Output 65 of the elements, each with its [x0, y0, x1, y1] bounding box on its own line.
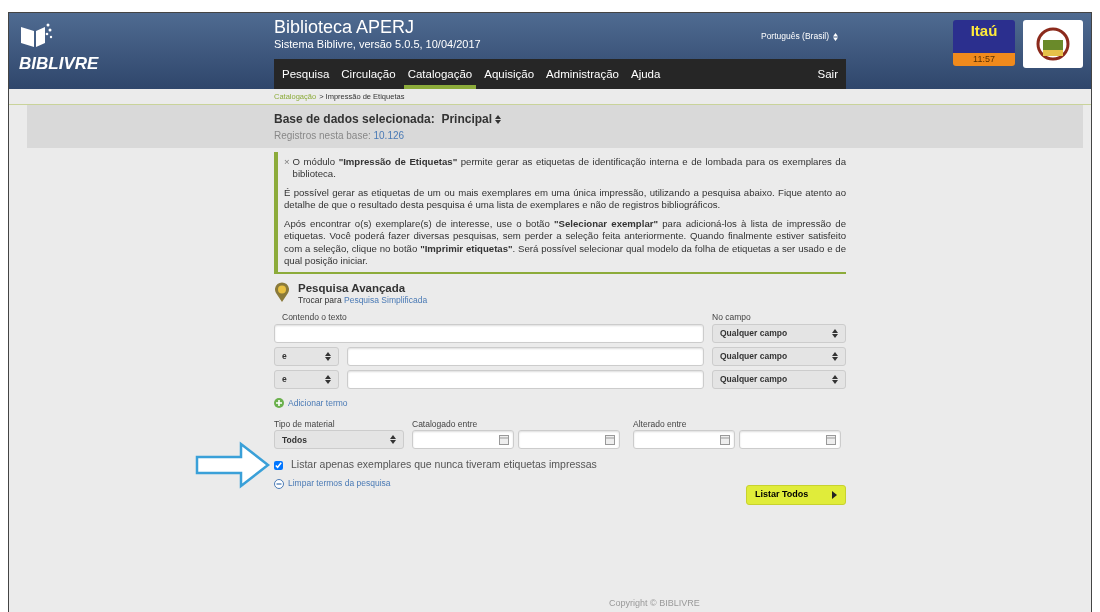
select-arrows-icon [325, 374, 331, 384]
logo-text: BIBLIVRE [19, 53, 99, 75]
unprinted-label: Listar apenas exemplares que nunca tiveram etiquetas impressas [291, 457, 597, 473]
info-paragraph: É possível gerar as etiquetas de um ou mais exemplares em uma única impressão, utilizando a pesquisa abaixo. Fique atento ao detalhe de que o resultado desta pesquisa é uma lista de exemplares e não de registros bibliográficos. [284, 186, 846, 212]
book-logo-icon [19, 21, 53, 49]
logout-button[interactable]: Sair [813, 59, 842, 89]
select-arrows-icon [325, 351, 331, 361]
database-label: Base de dados selecionada: [274, 112, 435, 126]
language-select[interactable]: Português (Brasil) [760, 30, 829, 44]
add-term-link[interactable]: Adicionar termo [288, 396, 348, 410]
list-all-button[interactable]: Listar Todos [746, 485, 846, 506]
database-select[interactable]: Principal [441, 112, 493, 126]
calendar-icon [720, 434, 730, 445]
field-select[interactable]: Qualquer campo [712, 323, 846, 343]
minus-icon [274, 478, 284, 489]
operator-select[interactable]: e [274, 346, 339, 366]
menu-tab[interactable]: Circulação [337, 59, 400, 89]
select-arrows-icon [495, 115, 502, 125]
select-arrows-icon [832, 351, 838, 361]
bank-name: Itaú [953, 20, 1015, 53]
menu-tab[interactable]: Aquisição [480, 59, 539, 89]
text-label: Contendo o texto [282, 311, 347, 324]
field-select[interactable]: Qualquer campo [712, 346, 846, 366]
play-arrow-icon [832, 491, 837, 500]
select-arrows-icon [390, 435, 396, 445]
copyright-text: Copyright © BIBLIVRE [609, 596, 700, 610]
add-icon [274, 398, 284, 409]
date-field[interactable] [412, 430, 514, 450]
menu-tab[interactable]: Ajuda [626, 59, 665, 89]
simple-search-link[interactable]: Pesquisa Simplificada [344, 295, 428, 306]
unprinted-checkbox[interactable] [274, 460, 283, 470]
clear-terms-link[interactable]: Limpar termos da pesquisa [288, 477, 391, 490]
operator-select[interactable]: e [274, 369, 339, 389]
search-text-field[interactable] [347, 369, 704, 389]
altered-label: Alterado entre [633, 417, 688, 431]
date-field[interactable] [739, 430, 841, 450]
date-field[interactable] [518, 430, 620, 450]
map-pin-icon [274, 281, 290, 302]
crest-logo-icon [1023, 20, 1083, 68]
select-arrows-icon [832, 374, 838, 384]
field-select[interactable]: Qualquer campo [712, 369, 846, 389]
close-button[interactable]: × [284, 156, 293, 168]
info-paragraph: Após encontrar o(s) exemplare(s) de interesse, use o botão "Selecionar exemplar" para adicioná-los à lista de impressão de etiquetas. Você poderá fazer diversas pesquisas, sem perder a seleção feita anteriormente. Quando finalmente estiver satisfeito com a seleção, clique no botão "Imprimir etiquetas". Será possível selecionar qual modelo da folha de etiquetas a ser usado e de qual posição iniciar. [284, 217, 846, 268]
cataloged-label: Catalogado entre [412, 417, 479, 431]
material-label: Tipo de material [274, 417, 336, 431]
calendar-icon [605, 434, 615, 445]
menu-tab[interactable]: Pesquisa [278, 59, 334, 89]
search-text-field[interactable] [274, 323, 704, 343]
switch-text: Trocar para [298, 295, 342, 306]
arrow-annotation-icon [195, 441, 271, 489]
select-arrows-icon [832, 328, 838, 338]
library-title: Biblioteca APERJ [274, 18, 416, 36]
record-count: Registros nesta base: 10.126 [274, 129, 406, 143]
search-text-field[interactable] [347, 346, 704, 366]
info-paragraph: O módulo "Impressão de Etiquetas" permite gerar as etiquetas de identificação interna e de lombada para os exemplares da biblioteca. [292, 156, 846, 181]
select-arrows-icon [833, 32, 838, 41]
calendar-icon [499, 434, 509, 445]
menu-tab[interactable]: Administração [542, 59, 623, 89]
search-title: Pesquisa Avançada [298, 281, 407, 295]
system-version: Sistema Biblivre, versão 5.0.5, 10/04/2017 [274, 37, 481, 52]
field-label: No campo [712, 311, 752, 324]
calendar-icon [826, 434, 836, 445]
menu-tab[interactable]: Catalogação [403, 59, 477, 89]
date-field[interactable] [633, 430, 735, 450]
material-select[interactable]: Todos [274, 430, 404, 450]
